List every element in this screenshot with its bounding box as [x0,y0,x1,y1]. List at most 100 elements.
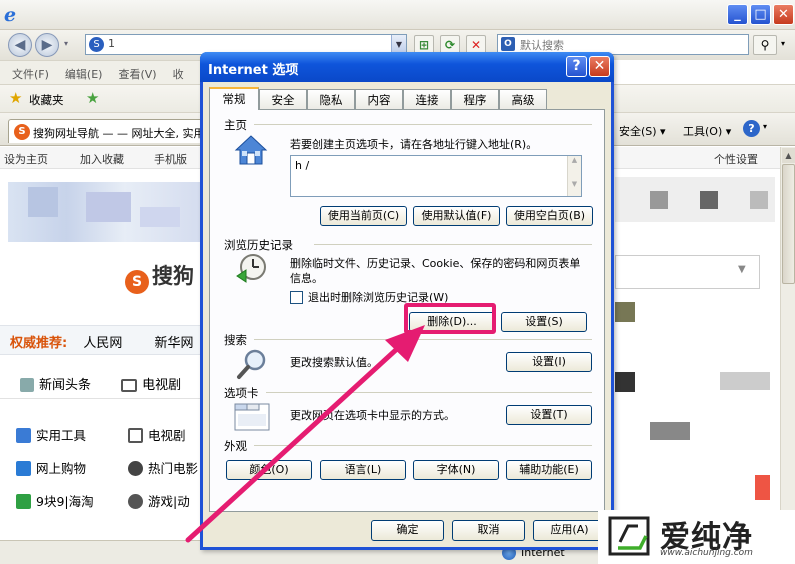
home-page-textarea[interactable]: h / ▲ ▼ [290,155,582,197]
close-window-button[interactable]: ✕ [773,4,794,25]
sogou-logo-icon: S [125,270,149,294]
tv-tab[interactable]: 电视剧 [142,378,181,393]
use-default-button[interactable]: 使用默认值(F) [413,206,500,226]
use-blank-button[interactable]: 使用空白页(B) [506,206,593,226]
search-section-title: 搜索 [224,333,247,347]
set-home-link[interactable]: 设为主页 [4,151,48,167]
sogou-favicon-icon: S [14,124,30,140]
textarea-scrollbar[interactable]: ▲ ▼ [567,156,581,196]
scroll-up-icon[interactable]: ▲ [782,148,795,163]
ok-button[interactable]: 确定 [371,520,444,541]
internet-options-dialog: Internet 选项 ? ✕ 常规 安全 隐私 内容 连接 程序 高级 主页 … [200,52,614,550]
blurred-block [650,191,668,209]
section-divider [266,392,592,393]
recommend-link[interactable]: 人民网 [83,336,122,351]
dialog-close-button[interactable]: ✕ [589,56,610,77]
category-item[interactable]: 9块9|海淘 [16,491,94,510]
address-text: 1 [108,37,115,50]
personal-settings-link[interactable]: 个性设置 [714,151,758,167]
recommend-bar: 权威推荐: 人民网 新华网 [0,325,210,355]
menu-edit[interactable]: 编辑(E) [65,68,103,81]
minimize-button[interactable]: _ [727,4,748,25]
news-tab[interactable]: 新闻头条 [39,378,91,393]
section-divider [254,445,592,446]
back-button[interactable]: ◀ [8,33,32,57]
section-divider [254,339,592,340]
blurred-block [28,187,58,217]
section-divider [314,244,592,245]
search-icon[interactable]: ⚲ [753,35,777,55]
dialog-titlebar[interactable]: Internet 选项 [200,52,614,82]
tabbed-window-icon [234,403,270,431]
tools-menu[interactable]: 工具(O) ▾ [683,123,731,139]
languages-button[interactable]: 语言(L) [320,460,406,480]
favorites-label[interactable]: 收藏夹 [29,92,64,108]
menu-file[interactable]: 文件(F) [12,68,49,81]
accessibility-button[interactable]: 辅助功能(E) [506,460,592,480]
film-icon [128,461,143,476]
category-item[interactable]: 实用工具 [16,425,86,444]
history-section-title: 浏览历史记录 [224,238,293,252]
use-current-button[interactable]: 使用当前页(C) [320,206,407,226]
security-menu[interactable]: 安全(S) ▾ [619,123,666,139]
add-favorite-icon[interactable]: ★ [86,89,99,107]
home-section-title: 主页 [224,118,247,132]
blurred-block [750,191,768,209]
add-favorite-link[interactable]: 加入收藏 [80,151,124,167]
blurred-block [755,475,770,500]
colors-button[interactable]: 颜色(O) [226,460,312,480]
game-icon [128,494,143,509]
watermark-url: www.aichunjing.com [660,548,753,558]
search-placeholder: 默认搜索 [520,39,564,52]
appearance-section-title: 外观 [224,439,247,453]
page-favicon-icon: S [89,37,104,52]
section-divider [254,124,592,125]
tv-icon [128,428,143,443]
page-scrollbar[interactable]: ▲ [780,147,795,537]
tab-connections[interactable]: 连接 [403,89,451,109]
tools-icon [16,428,31,443]
category-item[interactable]: 热门电影 [128,458,198,477]
magnifier-icon [237,349,266,379]
menu-favorites[interactable]: 收 [173,68,184,81]
tabs-description: 更改网页在选项卡中显示的方式。 [290,409,455,422]
tab-security[interactable]: 安全 [259,89,307,109]
delete-on-exit-checkbox[interactable] [290,291,303,304]
help-icon[interactable]: ? [743,120,760,137]
tabs-settings-button[interactable]: 设置(T) [506,405,592,425]
recommend-link[interactable]: 新华网 [155,336,194,351]
history-dropdown-icon[interactable]: ▾ [64,39,68,48]
sogou-logo-text: 搜狗 [152,264,194,288]
category-item[interactable]: 游戏|动 [128,491,190,510]
sogou-logo[interactable]: S 搜狗 [125,260,194,294]
scroll-thumb[interactable] [782,164,795,284]
maximize-button[interactable]: □ [750,4,771,25]
apply-button[interactable]: 应用(A) [533,520,606,541]
search-settings-button[interactable]: 设置(I) [506,352,592,372]
category-item[interactable]: 电视剧 [128,425,186,444]
shopping-icon [16,461,31,476]
search-options-icon[interactable]: ▾ [781,39,785,48]
forward-button[interactable]: ▶ [35,33,59,57]
favorites-star-icon[interactable]: ★ [9,89,22,107]
tab-content[interactable]: 内容 [355,89,403,109]
blurred-block [140,207,180,227]
browser-tab[interactable]: S 搜狗网址导航 — — 网址大全, 实用 [8,119,208,143]
mobile-version-link[interactable]: 手机版 [154,151,187,167]
fonts-button[interactable]: 字体(N) [413,460,499,480]
home-page-value: h / [295,159,310,172]
category-label: 游戏|动 [148,494,190,509]
cancel-button[interactable]: 取消 [452,520,525,541]
category-label: 实用工具 [36,428,87,443]
dialog-help-button[interactable]: ? [566,56,587,77]
menu-view[interactable]: 查看(V) [118,68,156,81]
tab-advanced[interactable]: 高级 [499,89,547,109]
recommend-title: 权威推荐: [10,336,68,351]
history-settings-button[interactable]: 设置(S) [501,312,587,332]
category-label: 电视剧 [148,428,186,443]
tab-privacy[interactable]: 隐私 [307,89,355,109]
category-item[interactable]: 网上购物 [16,458,86,477]
tab-general[interactable]: 常规 [209,87,259,110]
help-dropdown-icon[interactable]: ▾ [763,122,767,131]
tab-programs[interactable]: 程序 [451,89,499,109]
